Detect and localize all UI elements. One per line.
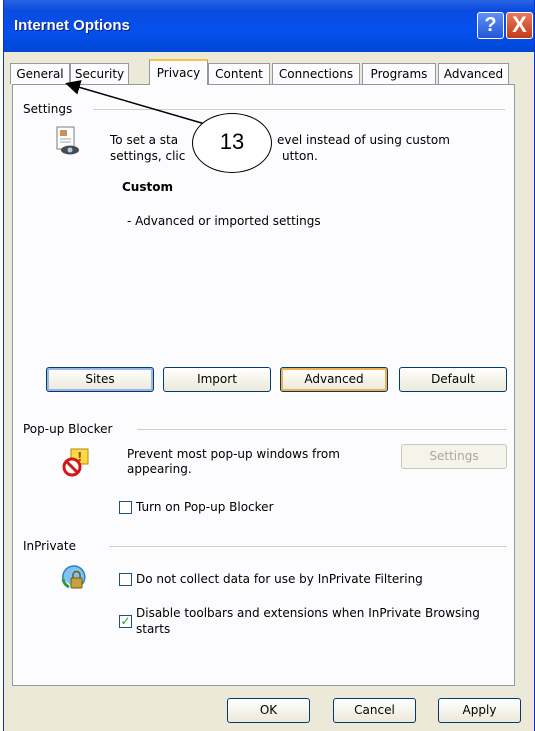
annotation-callout-13: 13 <box>192 113 272 173</box>
annotation-arrow <box>65 80 206 125</box>
